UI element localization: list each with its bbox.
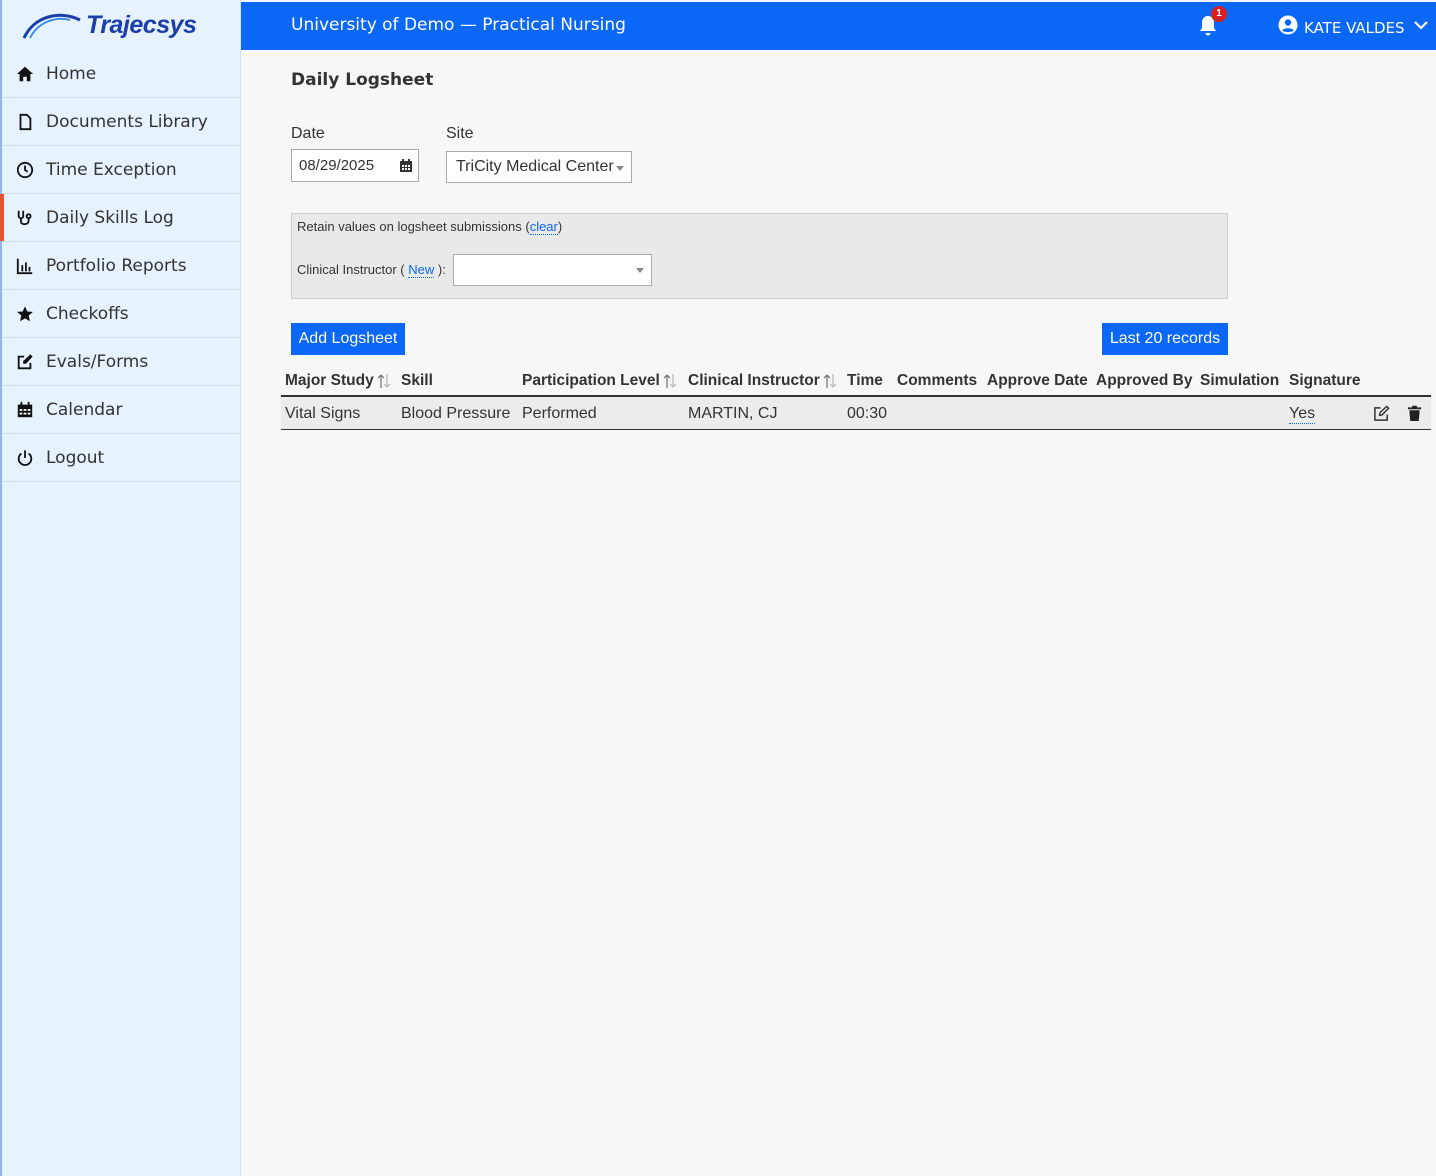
sort-icon xyxy=(377,374,391,388)
add-logsheet-button[interactable]: Add Logsheet xyxy=(291,323,405,355)
sidebar-item-label: Logout xyxy=(46,447,105,468)
caret-down-icon xyxy=(636,268,644,273)
sidebar-item-portfolio-reports[interactable]: Portfolio Reports xyxy=(2,242,240,290)
header-label: Signature xyxy=(1289,372,1361,389)
header-label: Skill xyxy=(401,372,433,389)
clear-link[interactable]: clear xyxy=(529,219,558,235)
calendar-icon xyxy=(14,399,36,421)
cell-clinical-instructor: MARTIN, CJ xyxy=(688,405,778,422)
header-label: Participation Level xyxy=(522,372,660,389)
header-label: Major Study xyxy=(285,372,374,389)
user-circle-icon xyxy=(1278,15,1298,40)
home-icon xyxy=(14,63,36,85)
column-header-participation-level[interactable]: Participation Level xyxy=(522,372,677,390)
retain-values-text: Retain values on logsheet submissions (c… xyxy=(297,219,563,235)
sidebar-item-logout[interactable]: Logout xyxy=(2,434,240,482)
site-label: Site xyxy=(446,125,474,142)
cell-major-study: Vital Signs xyxy=(285,405,361,422)
sidebar-item-label: Home xyxy=(46,63,97,84)
column-header-time: Time xyxy=(847,372,883,390)
sidebar-item-daily-skills-log[interactable]: Daily Skills Log xyxy=(0,194,240,242)
column-header-signature: Signature xyxy=(1289,372,1360,390)
star-icon xyxy=(14,303,36,325)
edit-icon xyxy=(14,351,36,373)
cell-skill: Blood Pressure xyxy=(401,405,511,422)
sidebar-item-label: Checkoffs xyxy=(46,303,129,324)
sidebar-item-label: Portfolio Reports xyxy=(46,255,187,276)
column-header-simulation: Simulation xyxy=(1200,372,1279,390)
table-header: Major Study Skill Participation Level Cl… xyxy=(281,365,1431,397)
trash-icon[interactable] xyxy=(1406,405,1423,422)
logsheet-table: Major Study Skill Participation Level Cl… xyxy=(281,365,1431,430)
caret-down-icon xyxy=(616,166,624,171)
sidebar-item-label: Time Exception xyxy=(46,159,177,180)
stethoscope-icon xyxy=(14,207,36,229)
last-20-records-button[interactable]: Last 20 records xyxy=(1102,323,1228,355)
sidebar-item-documents-library[interactable]: Documents Library xyxy=(2,98,240,146)
notification-badge: 1 xyxy=(1211,6,1227,22)
column-header-approve-date: Approve Date xyxy=(987,372,1088,390)
sidebar: Trajecsys Home Documents Library Time Ex… xyxy=(0,0,241,1176)
page-title: Daily Logsheet xyxy=(291,70,434,90)
bar-chart-icon xyxy=(14,255,36,277)
new-instructor-link[interactable]: New xyxy=(408,262,435,278)
header-label: Simulation xyxy=(1200,372,1280,389)
sidebar-item-evals-forms[interactable]: Evals/Forms xyxy=(2,338,240,386)
table-row: Vital Signs Blood Pressure Performed MAR… xyxy=(281,397,1431,430)
signature-yes-link[interactable]: Yes xyxy=(1289,405,1316,424)
sort-icon xyxy=(663,374,677,388)
column-header-approved-by: Approved By xyxy=(1096,372,1192,390)
sidebar-item-calendar[interactable]: Calendar xyxy=(2,386,240,434)
ci-label-pre: Clinical Instructor ( xyxy=(297,262,405,277)
retain-close-paren: ) xyxy=(557,219,563,234)
sidebar-item-label: Documents Library xyxy=(46,111,208,132)
sidebar-item-home[interactable]: Home xyxy=(2,50,240,98)
notifications-button[interactable]: 1 xyxy=(1198,6,1227,38)
sidebar-item-label: Evals/Forms xyxy=(46,351,149,372)
clinical-instructor-label: Clinical Instructor ( New ): xyxy=(297,262,446,278)
header-label: Approve Date xyxy=(987,372,1088,389)
user-name: KATE VALDES xyxy=(1304,18,1405,37)
sidebar-item-label: Calendar xyxy=(46,399,123,420)
sidebar-item-label: Daily Skills Log xyxy=(46,207,174,228)
sidebar-item-checkoffs[interactable]: Checkoffs xyxy=(2,290,240,338)
column-header-skill: Skill xyxy=(401,372,433,390)
user-menu[interactable]: KATE VALDES xyxy=(1278,15,1429,40)
program-title: University of Demo — Practical Nursing xyxy=(291,15,626,35)
column-header-clinical-instructor[interactable]: Clinical Instructor xyxy=(688,372,837,390)
top-header: University of Demo — Practical Nursing 1… xyxy=(241,2,1436,50)
chevron-down-icon xyxy=(1405,17,1429,38)
logo-swoosh-icon xyxy=(22,13,81,39)
main-content: Daily Logsheet Date Site 08/29/2025 TriC… xyxy=(241,50,1436,1176)
edit-row-icon[interactable] xyxy=(1373,405,1390,422)
brand-name: Trajecsys xyxy=(86,10,197,39)
date-field[interactable]: 08/29/2025 xyxy=(291,149,419,182)
header-label: Clinical Instructor xyxy=(688,372,820,389)
cell-participation-level: Performed xyxy=(522,405,597,422)
sort-icon xyxy=(823,374,837,388)
clock-icon xyxy=(14,159,36,181)
column-header-comments: Comments xyxy=(897,372,977,390)
cell-time: 00:30 xyxy=(847,405,888,422)
retain-values-panel: Retain values on logsheet submissions (c… xyxy=(291,213,1228,299)
document-icon xyxy=(14,111,36,133)
header-label: Comments xyxy=(897,372,978,389)
date-value: 08/29/2025 xyxy=(299,157,375,174)
sidebar-item-time-exception[interactable]: Time Exception xyxy=(2,146,240,194)
clinical-instructor-select[interactable] xyxy=(453,254,652,286)
date-label: Date xyxy=(291,125,325,142)
ci-label-post: ): xyxy=(437,262,446,277)
header-label: Time xyxy=(847,372,883,389)
power-icon xyxy=(14,447,36,469)
site-value: TriCity Medical Center xyxy=(456,158,614,175)
header-label: Approved By xyxy=(1096,372,1193,389)
retain-label: Retain values on logsheet submissions ( xyxy=(297,219,530,234)
calendar-picker-icon[interactable] xyxy=(399,158,413,173)
column-header-major-study[interactable]: Major Study xyxy=(285,372,391,390)
site-select[interactable]: TriCity Medical Center xyxy=(446,151,632,183)
brand-logo[interactable]: Trajecsys xyxy=(2,0,240,50)
